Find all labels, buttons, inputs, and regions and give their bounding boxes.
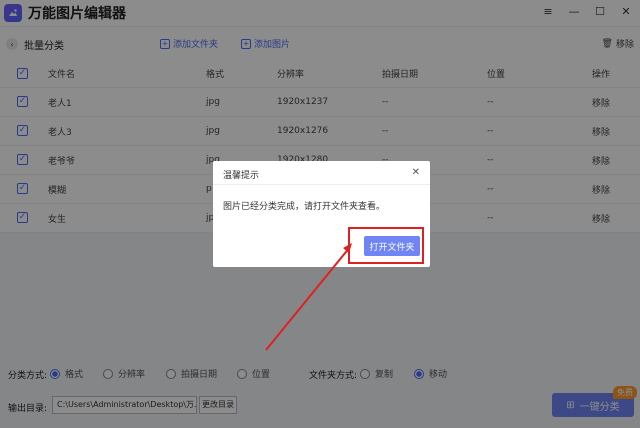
close-icon[interactable]: ✕ — [412, 167, 420, 178]
dialog-title: 温馨提示 — [223, 171, 260, 181]
highlight-box — [348, 227, 424, 264]
dialog-message: 图片已经分类完成，请打开文件夹查看。 — [223, 202, 386, 212]
dialog-header: 温馨提示 ✕ — [213, 161, 430, 185]
